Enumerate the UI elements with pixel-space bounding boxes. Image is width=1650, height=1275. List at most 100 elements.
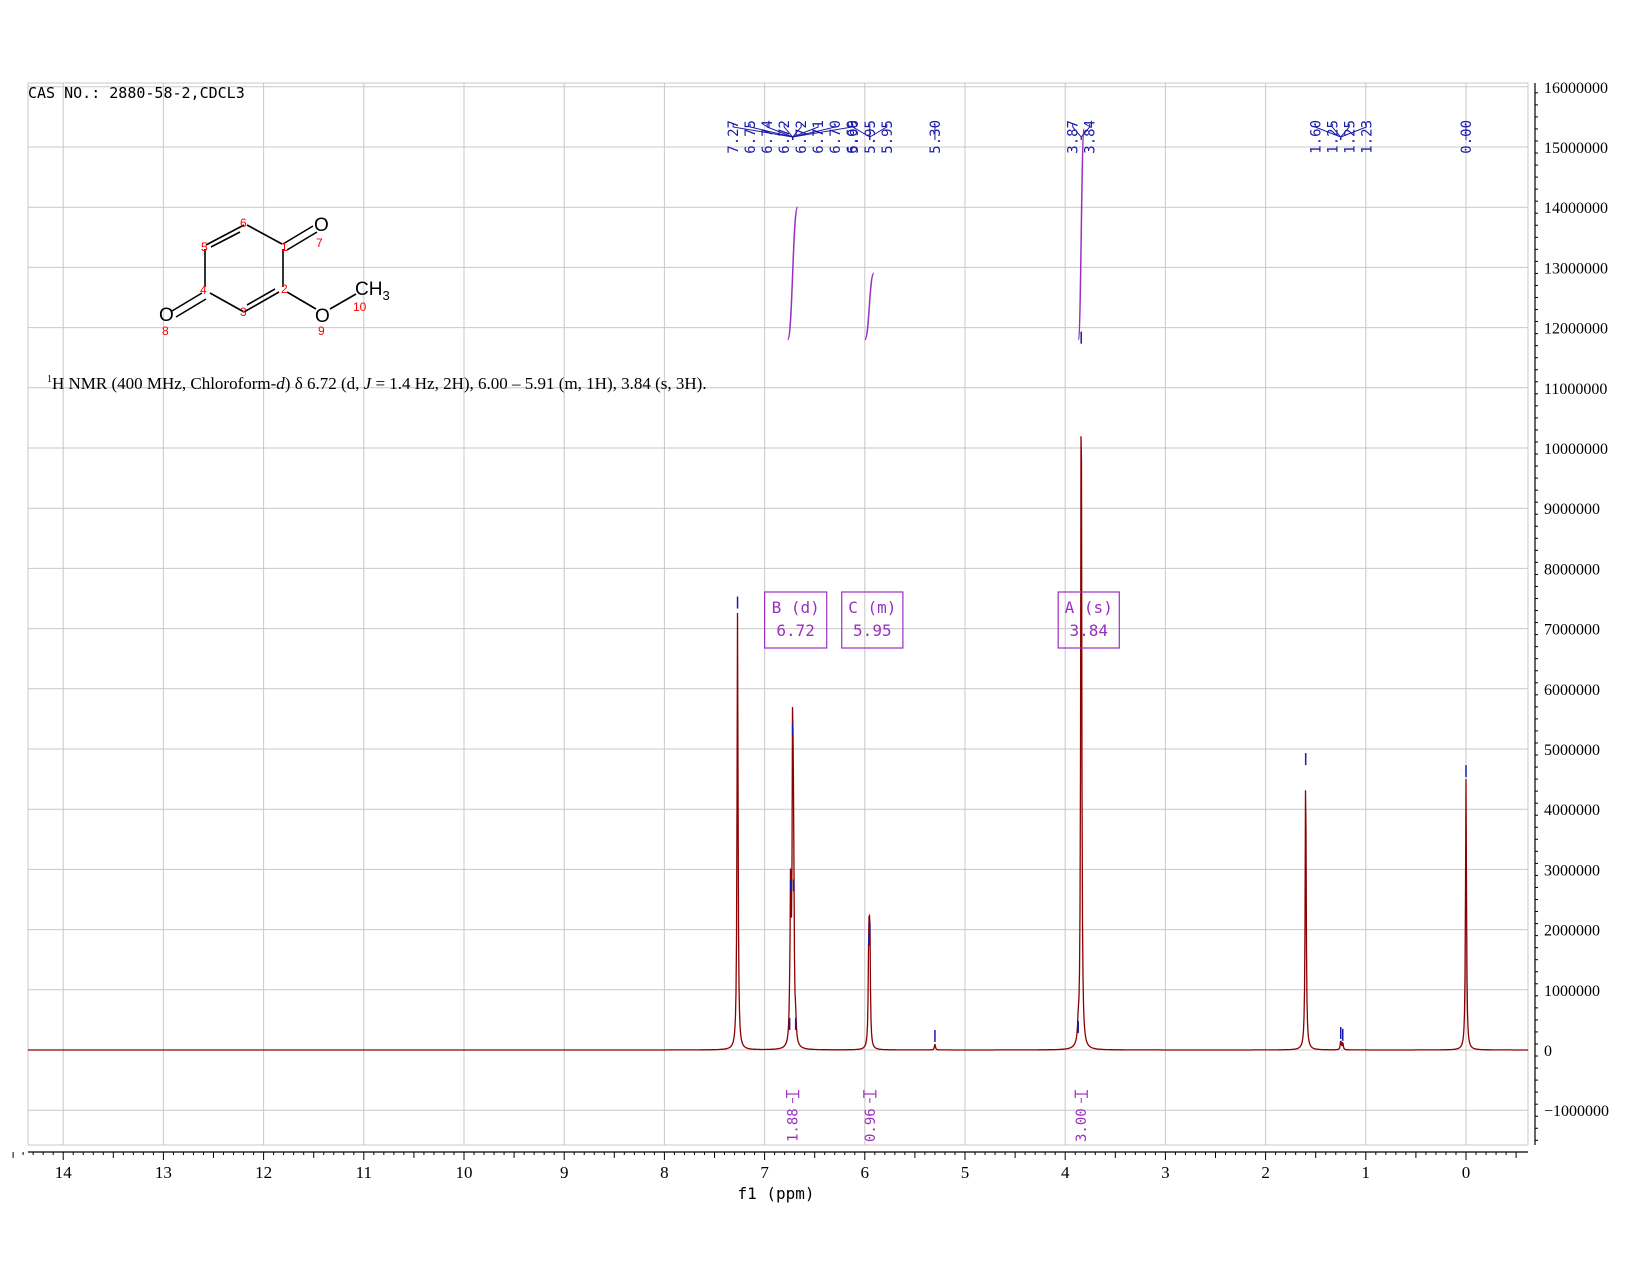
x-tick-label: 8 [660, 1163, 669, 1182]
peak-label: 5.30 [928, 120, 944, 154]
nmr-spectrum-chart: B (d) 6.72 C (m) 5.95 A (s) 3.84 1.88 0.96 3.00… [12, 80, 1609, 1203]
molecule-structure: O O O CH3 1 2 3 4 5 6 7 8 9 10 [159, 215, 390, 338]
y-tick-label: −1000000 [1544, 1103, 1609, 1120]
integration-labels: 1.88 0.96 3.00 [786, 1090, 1090, 1142]
x-tick-label: 0 [1462, 1163, 1471, 1182]
x-tick-label: 2 [1261, 1163, 1270, 1182]
peak-label: 5.96 [846, 120, 862, 154]
y-tick-label: 7000000 [1544, 622, 1600, 639]
multiplet-shift: 6.72 [776, 621, 815, 640]
x-tick-label: 14 [55, 1163, 73, 1182]
y-tick-label: 11000000 [1544, 381, 1607, 398]
atom-ch3-main: CH [355, 279, 382, 300]
atom-number-6: 6 [240, 216, 247, 230]
spectrum-line [28, 436, 1528, 1051]
y-tick-label: 3000000 [1544, 862, 1600, 879]
y-tick-label: 0 [1544, 1043, 1552, 1060]
x-tick-label: 13 [155, 1163, 172, 1182]
peak-label: 1.25 [1342, 120, 1358, 154]
y-axis: 16000000 15000000 14000000 13000000 12000000… [1534, 80, 1609, 1145]
atom-number-1: 1 [281, 240, 288, 254]
multiplet-shift: 3.84 [1069, 621, 1108, 640]
multiplet-boxes: B (d) 6.72 C (m) 5.95 A (s) 3.84 [763, 591, 1120, 649]
atom-o7: O [314, 215, 329, 236]
x-tick-label: 5 [961, 1163, 970, 1182]
bond-c2-o9 [286, 291, 317, 310]
x-tick-label: 7 [760, 1163, 769, 1182]
atom-number-10: 10 [353, 300, 367, 314]
y-tick-label: 14000000 [1544, 200, 1608, 217]
bond-c4-o8 [171, 292, 203, 312]
x-axis-label: f1 (ppm) [737, 1184, 814, 1203]
y-tick-label: 13000000 [1544, 260, 1608, 277]
spectrum-trace [28, 331, 1528, 1051]
y-tick-label: 15000000 [1544, 140, 1608, 157]
bond-c6-c5 [205, 224, 245, 246]
peak-label: 3.87 [1066, 120, 1082, 154]
peak-label: 6.71 [811, 120, 827, 154]
x-tick-label: 4 [1061, 1163, 1070, 1182]
atom-number-7: 7 [316, 236, 323, 250]
x-tick-label: 9 [560, 1163, 569, 1182]
atom-number-2: 2 [281, 282, 288, 296]
multiplet-label: A (s) [1065, 598, 1113, 617]
description-suffix: = 1.4 Hz, 2H), 6.00 – 5.91 (m, 1H), 3.84… [371, 374, 706, 393]
description-middle: ) δ 6.72 (d, [285, 374, 364, 393]
atom-o8: O [159, 305, 174, 326]
y-tick-label: 2000000 [1544, 923, 1600, 940]
multiplet-shift: 5.95 [853, 621, 892, 640]
nmr-description: 1H NMR (400 MHz, Chloroform-d) δ 6.72 (d… [47, 374, 707, 393]
y-tick-label: 5000000 [1544, 742, 1600, 759]
y-tick-label: 16000000 [1544, 80, 1608, 97]
peak-label: 1.25 [1325, 120, 1341, 154]
bond-c1-o7-double [286, 231, 318, 251]
atom-number-4: 4 [200, 283, 207, 297]
atom-number-5: 5 [201, 240, 208, 254]
peak-label: 1.23 [1359, 120, 1375, 154]
atom-number-9: 9 [318, 324, 325, 338]
peak-labels: 7.27 6.75 6.74 6.72 6.72 6.71 6.70 6.695.96 5.95… [726, 120, 1475, 154]
multiplet-label: C (m) [848, 598, 896, 617]
y-tick-label: 1000000 [1544, 983, 1600, 1000]
bond-c1-c6 [246, 224, 283, 245]
atom-number-8: 8 [162, 324, 169, 338]
atom-number-3: 3 [240, 305, 247, 319]
y-tick-label: 4000000 [1544, 802, 1600, 819]
peak-label: 6.70 [828, 120, 844, 154]
integral-curve [1077, 128, 1085, 341]
integration-value: 1.88 [786, 1108, 802, 1142]
peak-label: 1.60 [1308, 120, 1324, 154]
atom-ch3-subscript: 3 [382, 288, 389, 303]
x-axis: 14 13 12 11 10 9 8 7 6 5 4 3 2 1 0f1 (ppm) [12, 1151, 1528, 1203]
integration-value: 0.96 [863, 1108, 879, 1142]
x-tick-label: 10 [456, 1163, 473, 1182]
peak-label: 6.72 [777, 120, 793, 154]
description-prefix: H NMR (400 MHz, Chloroform- [52, 374, 277, 393]
x-tick-label: 3 [1161, 1163, 1170, 1182]
peak-label: 6.75 [743, 120, 759, 154]
peak-label: 7.27 [726, 120, 742, 154]
peak-label: 6.74 [760, 120, 776, 154]
peak-label: 5.95 [880, 120, 896, 154]
integral-curve [786, 206, 799, 341]
x-tick-label: 12 [255, 1163, 272, 1182]
cas-label: CAS NO.: 2880-58-2,CDCL3 [28, 84, 245, 102]
bond-c4-o8-double [175, 298, 207, 318]
bond-c4-c3 [209, 292, 245, 313]
y-tick-label: 6000000 [1544, 682, 1600, 699]
integral-curves [786, 128, 1085, 341]
integral-curve [864, 272, 875, 341]
y-tick-label: 12000000 [1544, 321, 1608, 338]
multiplet-label: B (d) [772, 598, 820, 617]
y-tick-label: 9000000 [1544, 501, 1600, 518]
x-tick-label: 1 [1362, 1163, 1371, 1182]
peak-label: 0.00 [1459, 120, 1475, 154]
peak-label: 3.84 [1083, 120, 1099, 154]
bond-c3-c2 [243, 291, 280, 313]
y-tick-label: 8000000 [1544, 561, 1600, 578]
integration-value: 3.00 [1074, 1108, 1090, 1142]
x-tick-label: 6 [861, 1163, 870, 1182]
y-tick-label: 10000000 [1544, 441, 1608, 458]
peak-label: 6.72 [794, 120, 810, 154]
x-tick-label: 11 [356, 1163, 372, 1182]
